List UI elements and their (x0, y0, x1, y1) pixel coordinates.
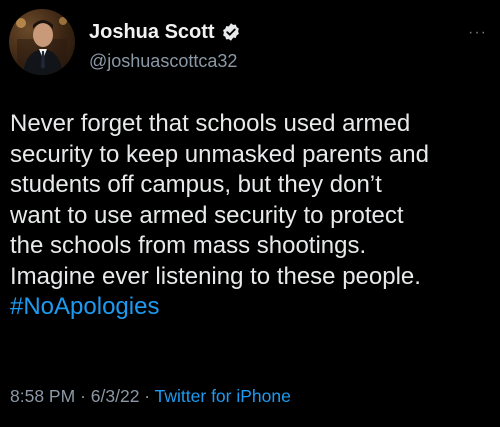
tweet-text-line: Imagine ever listening to these people. (10, 262, 421, 290)
meta-separator: · (144, 386, 151, 406)
tweet-text-line: the schools from mass shootings. (10, 232, 367, 259)
avatar[interactable] (9, 9, 75, 75)
tweet-text-line: security to keep unmasked parents and (10, 140, 429, 168)
tweet-text-line: students off campus, but they don’t (10, 171, 382, 198)
tweet-text: Never forget that schools used armed sec… (10, 109, 495, 323)
author-name[interactable]: Joshua Scott (89, 21, 215, 44)
tweet-metadata: 8:58 PM · 6/3/22 · Twitter for iPhone (10, 386, 291, 407)
meta-separator: · (80, 386, 86, 406)
tweet-text-line: want to use armed security to protect (10, 201, 404, 229)
tweet-date[interactable]: 6/3/22 (91, 386, 140, 406)
tweet-time[interactable]: 8:58 PM (10, 386, 75, 406)
tweet-card: Joshua Scott @joshuascottca32 ··· Never … (0, 0, 500, 427)
avatar-image (16, 17, 67, 75)
hashtag-link[interactable]: #NoApologies (10, 292, 495, 323)
author-handle[interactable]: @joshuascottca32 (89, 51, 237, 72)
tweet-text-line: Never forget that schools used armed (10, 110, 411, 137)
verified-badge-icon (221, 22, 241, 42)
more-options-icon[interactable]: ··· (468, 25, 487, 41)
tweet-header: Joshua Scott @joshuascottca32 ··· (9, 9, 491, 79)
name-row: Joshua Scott (89, 19, 241, 45)
tweet-client-link[interactable]: Twitter for iPhone (155, 386, 291, 406)
